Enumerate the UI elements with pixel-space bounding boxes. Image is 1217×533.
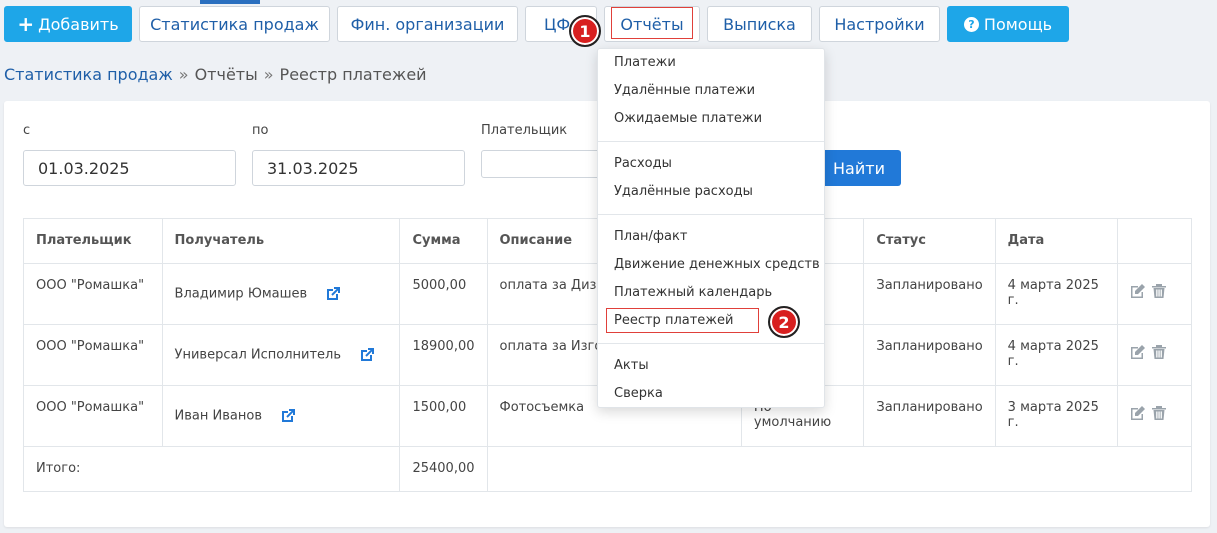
breadcrumb: Статистика продаж » Отчёты » Реестр платежей	[4, 65, 427, 84]
menu-item-payment-calendar[interactable]: Платежный календарь	[614, 285, 772, 300]
total-empty	[486, 446, 1192, 492]
col-actions-header	[1117, 218, 1192, 264]
fin-orgs-button[interactable]: Фин. организации	[337, 6, 518, 42]
menu-item-payments[interactable]: Платежи	[614, 55, 676, 70]
recipient-cell: Универсал Исполнитель	[161, 324, 401, 386]
payer-cell: ООО "Ромашка"	[23, 324, 163, 386]
fin-orgs-label: Фин. организации	[350, 14, 505, 34]
status-cell: Запланировано	[863, 385, 996, 447]
trash-icon[interactable]	[1151, 405, 1167, 421]
breadcrumb-separator: »	[178, 65, 189, 84]
status-cell: Запланировано	[863, 263, 996, 325]
question-circle-icon: ?	[963, 16, 979, 32]
statement-label: Выписка	[723, 14, 796, 34]
statement-button[interactable]: Выписка	[707, 6, 812, 42]
actions-cell	[1117, 263, 1192, 325]
amount-cell: 1500,00	[399, 385, 488, 447]
payer-cell: ООО "Ромашка"	[23, 263, 163, 325]
reports-dropdown-menu: Платежи Удалённые платежи Ожидаемые плат…	[597, 48, 825, 408]
reports-highlight	[611, 7, 693, 39]
menu-item-deleted-expenses[interactable]: Удалённые расходы	[614, 184, 753, 199]
col-amount-header: Сумма	[399, 218, 488, 264]
breadcrumb-separator: »	[263, 65, 274, 84]
col-date-header: Дата	[994, 218, 1119, 264]
menu-divider	[598, 141, 824, 142]
external-link-icon[interactable]	[280, 408, 296, 424]
find-button-label: Найти	[833, 158, 885, 178]
menu-item-acts[interactable]: Акты	[614, 358, 649, 373]
menu-item-deleted-payments[interactable]: Удалённые платежи	[614, 83, 755, 98]
menu-item-cash-flow[interactable]: Движение денежных средств	[614, 257, 820, 272]
recipient-cell: Иван Иванов	[161, 385, 401, 447]
recipient-name: Иван Иванов	[174, 408, 262, 424]
trash-icon[interactable]	[1151, 283, 1167, 299]
menu-item-expenses[interactable]: Расходы	[614, 156, 672, 171]
top-toolbar: + Добавить Статистика продаж Фин. органи…	[0, 0, 1217, 48]
col-recipient-header: Получатель	[161, 218, 401, 264]
total-label: Итого:	[22, 446, 401, 492]
breadcrumb-current: Реестр платежей	[279, 65, 427, 84]
edit-icon[interactable]	[1130, 405, 1146, 421]
external-link-icon[interactable]	[325, 286, 341, 302]
col-payer-header: Плательщик	[23, 218, 163, 264]
external-link-icon[interactable]	[359, 347, 375, 363]
payer-filter-label: Плательщик	[481, 123, 568, 138]
payment-register-highlight	[606, 308, 759, 333]
breadcrumb-reports: Отчёты	[194, 65, 258, 84]
payer-filter-input[interactable]	[481, 150, 611, 178]
actions-cell	[1117, 324, 1192, 386]
sales-stats-label: Статистика продаж	[150, 14, 319, 34]
settings-label: Настройки	[834, 14, 925, 34]
step-marker-2: 2	[768, 306, 800, 338]
amount-cell: 18900,00	[399, 324, 488, 386]
trash-icon[interactable]	[1151, 344, 1167, 360]
menu-divider	[598, 214, 824, 215]
menu-item-reconciliation[interactable]: Сверка	[614, 386, 663, 401]
col-status-header: Статус	[863, 218, 996, 264]
recipient-cell: Владимир Юмашев	[161, 263, 401, 325]
menu-divider	[598, 343, 824, 344]
recipient-name: Универсал Исполнитель	[174, 347, 342, 363]
step-marker-1: 1	[569, 15, 601, 47]
amount-cell: 5000,00	[399, 263, 488, 325]
menu-item-plan-fact[interactable]: План/факт	[614, 229, 687, 244]
date-cell: 4 марта 2025 г.	[994, 324, 1119, 386]
total-amount: 25400,00	[399, 446, 488, 492]
status-cell: Запланировано	[863, 324, 996, 386]
date-cell: 3 марта 2025 г.	[994, 385, 1119, 447]
to-date-input[interactable]: 31.03.2025	[252, 150, 465, 186]
date-cell: 4 марта 2025 г.	[994, 263, 1119, 325]
help-label: Помощь	[983, 14, 1053, 34]
menu-item-expected-payments[interactable]: Ожидаемые платежи	[614, 111, 762, 126]
cfo-label: ЦФ	[544, 14, 571, 34]
total-row: Итого: 25400,00	[22, 446, 1192, 492]
breadcrumb-sales-stats[interactable]: Статистика продаж	[4, 65, 173, 84]
actions-cell	[1117, 385, 1192, 447]
settings-button[interactable]: Настройки	[819, 6, 940, 42]
help-button[interactable]: ? Помощь	[947, 6, 1069, 42]
payer-cell: ООО "Ромашка"	[23, 385, 163, 447]
from-date-label: с	[23, 123, 31, 138]
add-button-label: Добавить	[38, 14, 119, 34]
plus-icon: +	[17, 12, 35, 36]
top-strip	[200, 0, 260, 4]
recipient-name: Владимир Юмашев	[174, 286, 308, 302]
add-button[interactable]: + Добавить	[4, 6, 132, 42]
sales-stats-button[interactable]: Статистика продаж	[139, 6, 330, 42]
find-button[interactable]: Найти	[817, 150, 901, 186]
from-date-input[interactable]: 01.03.2025	[23, 150, 236, 186]
edit-icon[interactable]	[1130, 283, 1146, 299]
edit-icon[interactable]	[1130, 344, 1146, 360]
to-date-label: по	[252, 123, 269, 138]
